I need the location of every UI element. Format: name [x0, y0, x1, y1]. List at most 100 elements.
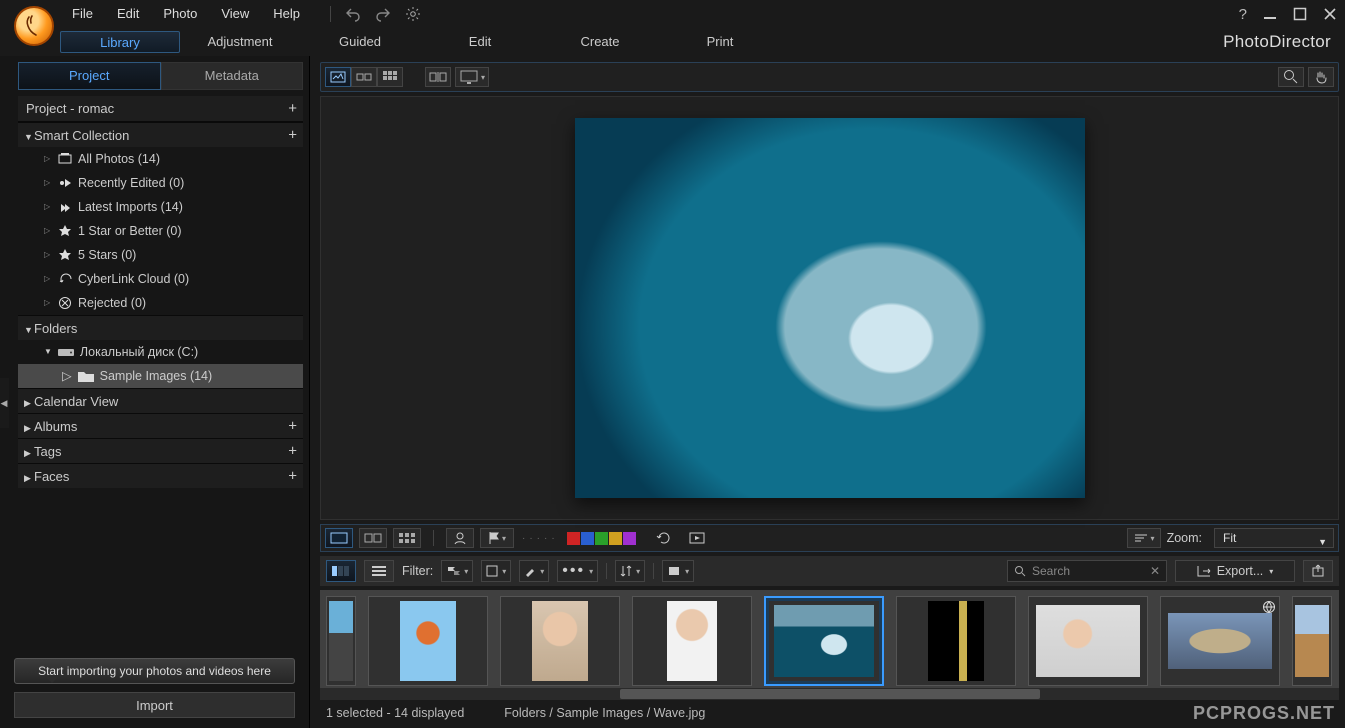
section-folders[interactable]: ▼Folders: [18, 315, 303, 340]
folder-drive[interactable]: ▼ Локальный диск (C:): [18, 340, 303, 364]
help-icon[interactable]: ?: [1239, 6, 1247, 23]
menu-view[interactable]: View: [209, 0, 261, 28]
smart-collection-item[interactable]: ▷All Photos (14): [18, 147, 303, 171]
menu-help[interactable]: Help: [261, 0, 312, 28]
rating-stars[interactable]: ·····: [520, 533, 561, 544]
menu-file[interactable]: File: [60, 0, 105, 28]
color-swatch[interactable]: [581, 532, 594, 545]
smart-collection-item[interactable]: ▷Latest Imports (14): [18, 195, 303, 219]
color-labels[interactable]: [567, 532, 636, 545]
slideshow-icon[interactable]: [684, 528, 712, 548]
thumb-6[interactable]: [896, 596, 1016, 686]
browser-single-icon[interactable]: [325, 528, 353, 548]
mirror-icon[interactable]: [425, 67, 451, 87]
thumb-8[interactable]: [1160, 596, 1280, 686]
add-album-icon[interactable]: +: [288, 414, 297, 439]
color-swatch[interactable]: [595, 532, 608, 545]
filter-edit-dropdown[interactable]: ▾: [519, 560, 549, 582]
face-tag-icon[interactable]: [446, 528, 474, 548]
add-face-icon[interactable]: +: [288, 464, 297, 489]
app-brand: PhotoDirector: [1223, 32, 1331, 52]
filter-flag-dropdown[interactable]: ▾: [441, 560, 473, 582]
viewer-stage[interactable]: [320, 96, 1339, 520]
add-project-icon[interactable]: +: [288, 96, 297, 122]
import-button[interactable]: Import: [14, 692, 295, 718]
color-swatch[interactable]: [567, 532, 580, 545]
menu-edit[interactable]: Edit: [105, 0, 151, 28]
sort-icon[interactable]: ▾: [1127, 528, 1161, 548]
tab-create[interactable]: Create: [540, 31, 660, 53]
layout-filmstrip-icon[interactable]: [326, 560, 356, 582]
tab-library[interactable]: Library: [60, 31, 180, 53]
section-faces[interactable]: ▶Faces+: [18, 463, 303, 488]
export-icon: [1197, 565, 1211, 577]
thumb-5-selected[interactable]: [764, 596, 884, 686]
left-tab-metadata[interactable]: Metadata: [161, 62, 304, 90]
thumb-9[interactable]: [1292, 596, 1332, 686]
clear-search-icon[interactable]: ✕: [1150, 564, 1160, 578]
add-smart-collection-icon[interactable]: +: [288, 123, 297, 148]
thumb-7[interactable]: [1028, 596, 1148, 686]
minimize-icon[interactable]: [1263, 7, 1277, 21]
view-side-icon[interactable]: [351, 67, 377, 87]
thumb-1[interactable]: [326, 596, 356, 686]
view-single-icon[interactable]: [325, 67, 351, 87]
sort-order-dropdown[interactable]: ▾: [615, 560, 645, 582]
menu-photo[interactable]: Photo: [151, 0, 209, 28]
search-input[interactable]: Search ✕: [1007, 560, 1167, 582]
section-calendar[interactable]: ▶Calendar View: [18, 388, 303, 413]
maximize-icon[interactable]: [1293, 7, 1307, 21]
layout-list-icon[interactable]: [364, 560, 394, 582]
zoom-tool-icon[interactable]: [1278, 67, 1304, 87]
secondary-display-icon[interactable]: ▾: [455, 67, 489, 87]
collection-icon: [58, 176, 72, 190]
left-panel: ◀ Project Metadata Project - romac + ▼Sm…: [0, 56, 310, 728]
smart-collection-item[interactable]: ▷Rejected (0): [18, 291, 303, 315]
close-icon[interactable]: [1323, 7, 1337, 21]
gear-icon[interactable]: [405, 6, 421, 22]
filter-more-dropdown[interactable]: •••▾: [557, 560, 598, 582]
section-albums[interactable]: ▶Albums+: [18, 413, 303, 438]
thumb-3[interactable]: [500, 596, 620, 686]
filmstrip: [320, 590, 1339, 700]
add-tag-icon[interactable]: +: [288, 439, 297, 464]
pan-tool-icon[interactable]: [1308, 67, 1334, 87]
color-swatch[interactable]: [609, 532, 622, 545]
tab-print[interactable]: Print: [660, 31, 780, 53]
preview-image: [575, 118, 1085, 498]
thumb-4[interactable]: [632, 596, 752, 686]
collapse-handle[interactable]: ◀: [0, 378, 9, 428]
view-grid-icon[interactable]: [377, 67, 403, 87]
smart-collection-item[interactable]: ▷5 Stars (0): [18, 243, 303, 267]
thumb-2[interactable]: [368, 596, 488, 686]
status-bar: 1 selected - 14 displayed Folders / Samp…: [320, 702, 1339, 724]
smart-collection-item[interactable]: ▷CyberLink Cloud (0): [18, 267, 303, 291]
separator: [433, 530, 434, 546]
export-button[interactable]: Export...▾: [1175, 560, 1295, 582]
tab-guided[interactable]: Guided: [300, 31, 420, 53]
smart-collection-item[interactable]: ▷1 Star or Better (0): [18, 219, 303, 243]
tab-adjustment[interactable]: Adjustment: [180, 31, 300, 53]
color-swatch[interactable]: [623, 532, 636, 545]
undo-icon[interactable]: [345, 6, 361, 22]
rotate-icon[interactable]: [650, 528, 678, 548]
filter-label-dropdown[interactable]: ▾: [481, 560, 511, 582]
smart-collection-item[interactable]: ▷Recently Edited (0): [18, 171, 303, 195]
zoom-dropdown[interactable]: Fit▼: [1214, 528, 1334, 548]
browser-compare-icon[interactable]: [359, 528, 387, 548]
section-smart-collection[interactable]: ▼Smart Collection +: [18, 122, 303, 147]
section-tags[interactable]: ▶Tags+: [18, 438, 303, 463]
stack-dropdown[interactable]: ▾: [662, 560, 694, 582]
share-icon[interactable]: [1303, 560, 1333, 582]
redo-icon[interactable]: [375, 6, 391, 22]
watermark: PCPROGS.NET: [1193, 703, 1335, 724]
folder-selected[interactable]: ▷ Sample Images (14): [18, 364, 303, 388]
browser-multi-icon[interactable]: [393, 528, 421, 548]
left-tab-project[interactable]: Project: [18, 62, 161, 90]
tab-edit[interactable]: Edit: [420, 31, 540, 53]
flag-icon[interactable]: ▾: [480, 528, 514, 548]
separator: [653, 563, 654, 579]
filmstrip-scrollbar[interactable]: [320, 688, 1339, 700]
separator: [330, 6, 331, 22]
app-logo: [14, 6, 54, 46]
